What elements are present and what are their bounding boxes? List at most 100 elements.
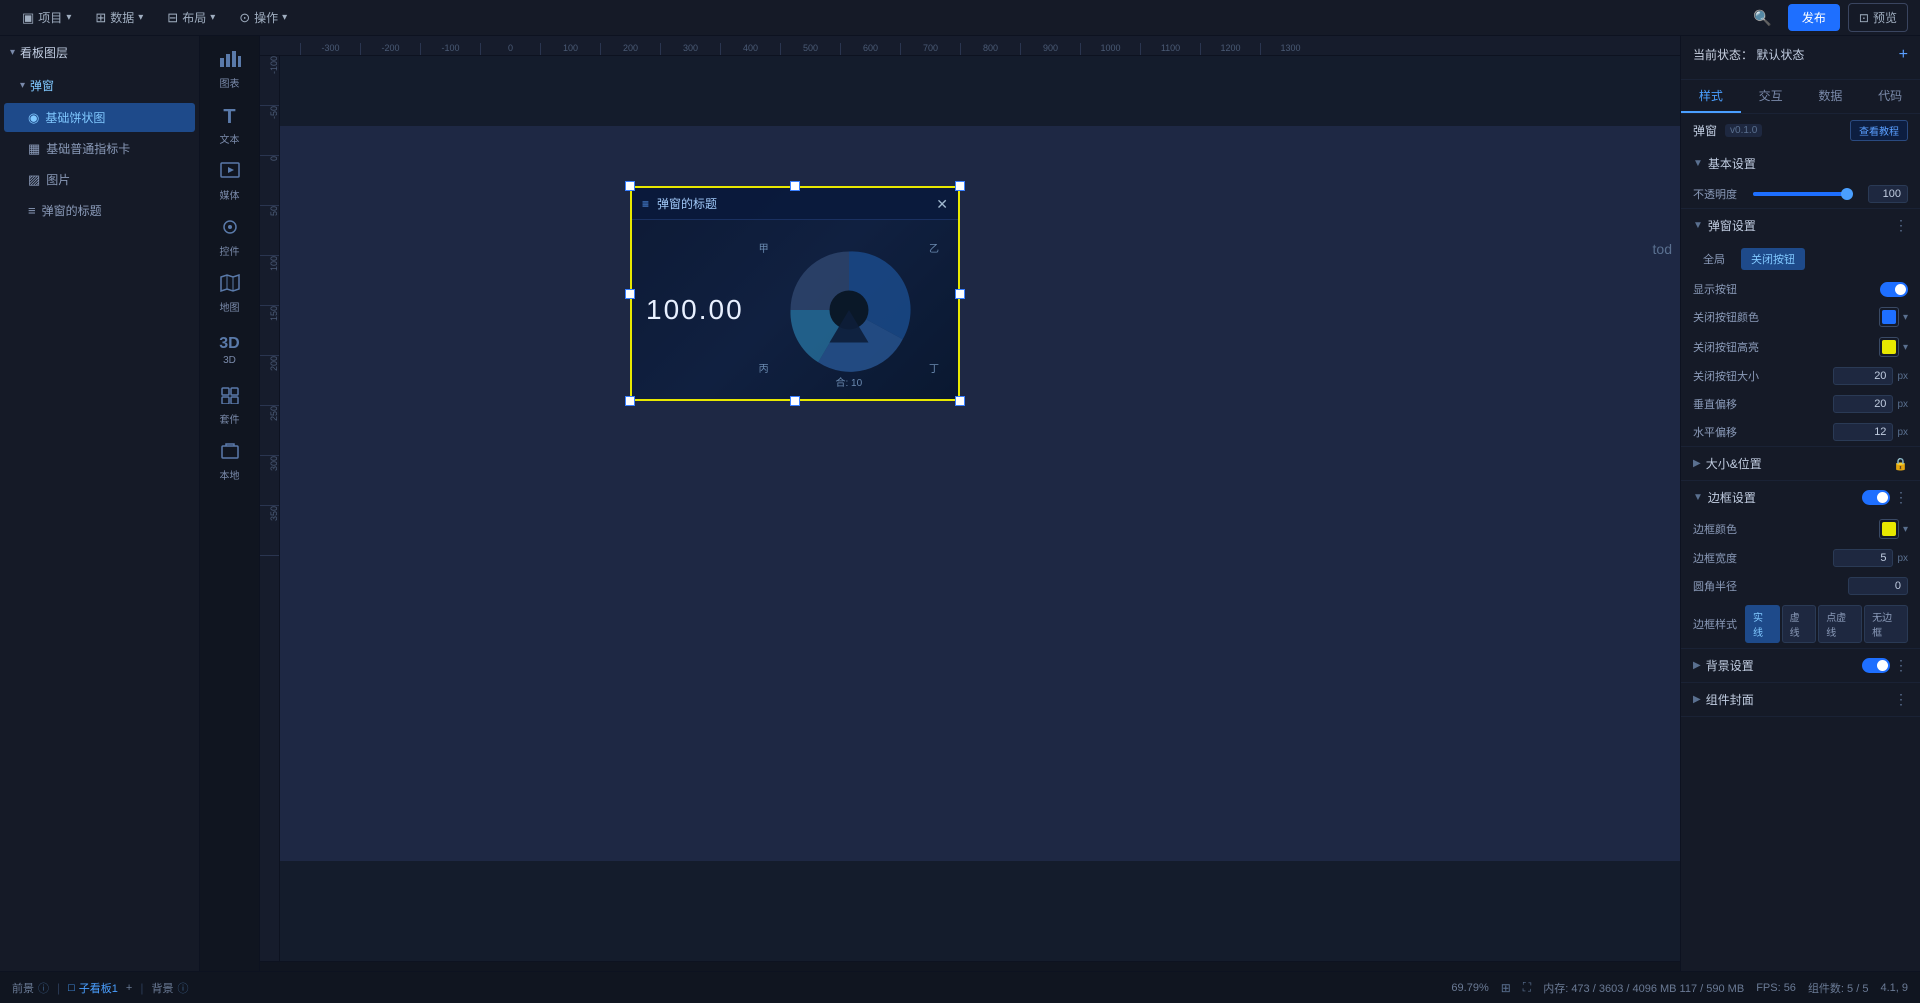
horizontal-offset-input[interactable]	[1833, 423, 1893, 441]
opacity-slider[interactable]	[1753, 192, 1852, 196]
handle-top-left[interactable]	[625, 181, 635, 191]
handle-bottom-right[interactable]	[955, 396, 965, 406]
background-settings-header[interactable]: ▶ 背景设置 ⋮	[1681, 649, 1920, 682]
icon-panel-3d[interactable]: 3D 3D	[204, 324, 256, 376]
pie-icon: ◉	[28, 110, 39, 126]
topbar-project[interactable]: ▣ 项目 ▾	[12, 5, 81, 30]
close-btn-highlight-dropdown-arrow[interactable]: ▾	[1903, 342, 1908, 353]
close-btn-color-swatch[interactable]	[1879, 307, 1899, 327]
icon-panel-component[interactable]: 套件	[204, 380, 256, 432]
rp-state-label: 当前状态： 默认状态	[1693, 46, 1804, 63]
chart-icon	[219, 50, 241, 73]
basic-settings-section: ▼ 基本设置 不透明度	[1681, 147, 1920, 209]
component-cover-header[interactable]: ▶ 组件封面 ⋮	[1681, 683, 1920, 716]
border-more-icon[interactable]: ⋮	[1894, 489, 1908, 506]
background-info-icon: ⓘ	[177, 980, 188, 996]
publish-button[interactable]: 发布	[1788, 4, 1840, 31]
fit-icon[interactable]: ⊞	[1501, 981, 1511, 995]
background-tab[interactable]: 背景 ⓘ	[151, 980, 188, 996]
border-style-solid[interactable]: 实线	[1745, 605, 1780, 643]
border-color-swatch[interactable]	[1879, 519, 1899, 539]
icon-panel-chart[interactable]: 图表	[204, 44, 256, 96]
icon-panel: 图表 T 文本 媒体 控件	[200, 36, 260, 971]
opacity-input[interactable]	[1868, 185, 1908, 203]
icon-panel-media[interactable]: 媒体	[204, 156, 256, 208]
handle-bottom-center[interactable]	[790, 396, 800, 406]
size-pos-lock-icon[interactable]: 🔒	[1893, 457, 1908, 471]
popup-settings-more-icon[interactable]: ⋮	[1894, 217, 1908, 234]
icon-panel-map[interactable]: 地图	[204, 268, 256, 320]
popup-subsection-header[interactable]: ▾ 弹窗	[0, 69, 199, 102]
border-color-dropdown-arrow[interactable]: ▾	[1903, 524, 1908, 535]
popup-titlebar: ≡ 弹窗的标题 ✕	[632, 188, 958, 220]
rp-add-state-button[interactable]: +	[1899, 47, 1908, 63]
border-color-row: 边框颜色 ▾	[1681, 514, 1920, 544]
topbar-data[interactable]: ⊞ 数据 ▾	[85, 5, 153, 30]
icon-panel-control[interactable]: 控件	[204, 212, 256, 264]
close-btn-highlight-swatch[interactable]	[1879, 337, 1899, 357]
popup-label-icon: ≡	[28, 203, 36, 218]
sidebar-item-image[interactable]: ▨ 图片	[4, 165, 195, 194]
icon-panel-local[interactable]: 本地	[204, 436, 256, 488]
handle-middle-right[interactable]	[955, 289, 965, 299]
border-settings-header[interactable]: ▼ 边框设置 ⋮	[1681, 481, 1920, 514]
border-width-input[interactable]	[1833, 549, 1893, 567]
sidebar-item-tabs[interactable]: ▦ 基础普通指标卡	[4, 134, 195, 163]
close-btn-color-dropdown-arrow[interactable]: ▾	[1903, 312, 1908, 323]
component-cover-section: ▶ 组件封面 ⋮	[1681, 683, 1920, 717]
border-toggle[interactable]	[1862, 490, 1890, 505]
see-tutorial-button[interactable]: 查看教程	[1850, 120, 1908, 141]
tab-interaction[interactable]: 交互	[1741, 80, 1801, 113]
fullscreen-icon[interactable]: ⛶	[1523, 980, 1531, 995]
control-icon	[220, 218, 240, 241]
sub-tab-close-btn[interactable]: 关闭按钮	[1741, 248, 1805, 270]
border-style-dashed[interactable]: 虚线	[1782, 605, 1817, 643]
component-count: 组件数: 5 / 5	[1808, 980, 1869, 996]
topbar-actions[interactable]: ⊙ 操作 ▾	[229, 5, 297, 30]
popup-widget[interactable]: ≡ 弹窗的标题 ✕ 100.00 甲 乙 丙 丁	[630, 186, 960, 401]
kanban-layers-header[interactable]: ▾ 看板图层	[0, 36, 199, 69]
close-btn-size-input[interactable]	[1833, 367, 1893, 385]
cursor-pos	[1681, 959, 1920, 971]
sidebar-item-popup-label[interactable]: ≡ 弹窗的标题	[4, 196, 195, 225]
popup-settings-header[interactable]: ▼ 弹窗设置 ⋮	[1681, 209, 1920, 242]
cursor-position: 4.1, 9	[1880, 982, 1908, 994]
handle-middle-left[interactable]	[625, 289, 635, 299]
handle-bottom-left[interactable]	[625, 396, 635, 406]
background-more-icon[interactable]: ⋮	[1894, 657, 1908, 674]
search-icon[interactable]: 🔍	[1745, 5, 1780, 31]
preview-button[interactable]: ⊡ 预览	[1848, 3, 1908, 32]
size-pos-header[interactable]: ▶ 大小&位置 🔒	[1681, 447, 1920, 480]
popup-value: 100.00	[646, 294, 744, 326]
popup-close-button[interactable]: ✕	[936, 197, 948, 211]
canvas-content[interactable]: tod ≡ 弹窗的标题 ✕	[280, 56, 1680, 961]
basic-settings-header[interactable]: ▼ 基本设置	[1681, 147, 1920, 180]
child-canvas-tab[interactable]: □ 子看板1	[68, 980, 118, 996]
handle-top-center[interactable]	[790, 181, 800, 191]
background-toggle[interactable]	[1862, 658, 1890, 673]
component-cover-more-icon[interactable]: ⋮	[1894, 691, 1908, 708]
tab-style[interactable]: 样式	[1681, 80, 1741, 113]
handle-top-right[interactable]	[955, 181, 965, 191]
sub-tab-global[interactable]: 全局	[1693, 248, 1735, 270]
project-icon: ▣	[22, 10, 34, 26]
pie-chart-svg	[784, 245, 914, 375]
size-pos-section: ▶ 大小&位置 🔒	[1681, 447, 1920, 481]
tab-data[interactable]: 数据	[1801, 80, 1861, 113]
tab-code[interactable]: 代码	[1860, 80, 1920, 113]
canvas-scrollbar-horizontal[interactable]	[260, 961, 1680, 971]
sidebar-item-pie[interactable]: ◉ 基础饼状图	[4, 103, 195, 132]
border-radius-input[interactable]	[1848, 577, 1908, 595]
topbar-layout[interactable]: ⊟ 布局 ▾	[157, 5, 225, 30]
prev-scene-button[interactable]: 前景 ⓘ	[12, 980, 49, 996]
component-name-label: 弹窗	[1693, 122, 1717, 139]
border-style-dotted[interactable]: 点虚线	[1818, 605, 1862, 643]
icon-panel-text[interactable]: T 文本	[204, 100, 256, 152]
show-button-toggle[interactable]	[1880, 282, 1908, 297]
border-width-row: 边框宽度 px	[1681, 544, 1920, 572]
add-canvas-button[interactable]: +	[126, 982, 132, 994]
vertical-offset-input[interactable]	[1833, 395, 1893, 413]
close-btn-color-swatch-row: ▾	[1879, 307, 1908, 327]
canvas-workspace	[280, 126, 1680, 861]
border-style-none[interactable]: 无边框	[1864, 605, 1908, 643]
